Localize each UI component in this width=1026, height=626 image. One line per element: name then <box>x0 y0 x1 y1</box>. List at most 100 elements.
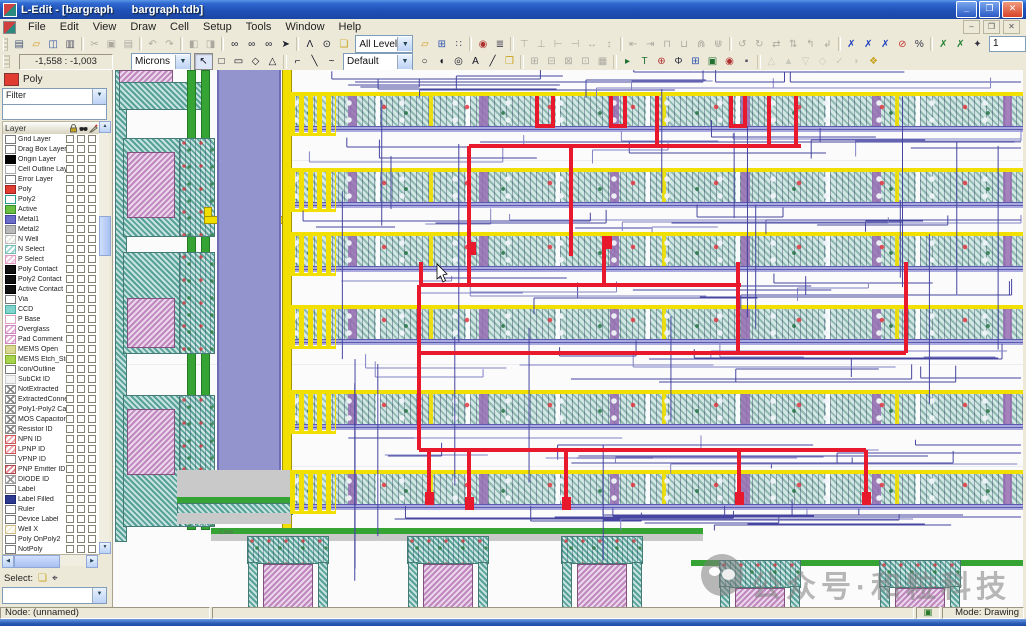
layer-row-mos-capacitor-id[interactable]: MOS Capacitor ID <box>3 414 99 424</box>
lock-checkbox[interactable] <box>66 475 74 483</box>
draw-checkbox[interactable] <box>88 405 96 413</box>
tcell-g-button[interactable]: ❖ <box>865 54 882 69</box>
layer-row-mems-etch-stop[interactable]: MEMS Etch_Stop <box>3 354 99 364</box>
layer-row-extractedconnect[interactable]: ExtractedConnect <box>3 394 99 404</box>
node-probe-button[interactable]: Φ <box>670 54 687 69</box>
lock-checkbox[interactable] <box>66 545 74 553</box>
find-button[interactable]: ∞ <box>226 37 243 52</box>
snap-grid-button[interactable]: % <box>911 37 928 52</box>
lock-checkbox[interactable] <box>66 385 74 393</box>
chevron-down-icon[interactable]: ▼ <box>397 55 412 69</box>
wire-style-dropdown[interactable]: Default▼ <box>343 53 413 71</box>
chevron-down-icon[interactable]: ▼ <box>92 89 106 104</box>
layer-row-poly-contact[interactable]: Poly Contact <box>3 264 99 274</box>
close-button[interactable]: ✕ <box>1002 1 1023 18</box>
hide-checkbox[interactable] <box>77 155 85 163</box>
lock-checkbox[interactable] <box>66 145 74 153</box>
lock-checkbox[interactable] <box>66 525 74 533</box>
draw-checkbox[interactable] <box>88 335 96 343</box>
drc-run-button[interactable]: ◉ <box>721 54 738 69</box>
hide-checkbox[interactable] <box>77 165 85 173</box>
draw-checkbox[interactable] <box>88 205 96 213</box>
select-ortho-button[interactable]: ✗ <box>952 37 969 52</box>
hide-checkbox[interactable] <box>77 485 85 493</box>
scroll-left-icon[interactable]: ◀ <box>2 555 14 568</box>
draw-checkbox[interactable] <box>88 485 96 493</box>
hide-checkbox[interactable] <box>77 245 85 253</box>
units-dropdown[interactable]: Microns▼ <box>131 53 191 71</box>
hide-checkbox[interactable] <box>77 295 85 303</box>
layer-row-via[interactable]: Via <box>3 294 99 304</box>
angle-90-button[interactable]: ✗ <box>877 37 894 52</box>
layer-row-vpnp-id[interactable]: VPNP ID <box>3 454 99 464</box>
layer-row-poly2-contact[interactable]: Poly2 Contact <box>3 274 99 284</box>
draw-checkbox[interactable] <box>88 285 96 293</box>
layout-canvas[interactable]: Core公众号·和粒科技 <box>112 70 1024 607</box>
lock-checkbox[interactable] <box>66 205 74 213</box>
draw-checkbox[interactable] <box>88 235 96 243</box>
trace-button[interactable]: ➤ <box>277 37 294 52</box>
design-navigator-button[interactable]: ∷ <box>450 37 467 52</box>
lock-checkbox[interactable] <box>66 215 74 223</box>
hide-checkbox[interactable] <box>77 285 85 293</box>
lock-checkbox[interactable] <box>66 415 74 423</box>
select-objects-icon[interactable]: ❏ <box>38 573 47 584</box>
open-cell-button[interactable]: ▱ <box>416 37 433 52</box>
layer-row-poly2[interactable]: Poly2 <box>3 194 99 204</box>
lock-checkbox[interactable] <box>66 305 74 313</box>
layer-row-origin-layer[interactable]: Origin Layer <box>3 154 99 164</box>
draw-checkbox[interactable] <box>88 135 96 143</box>
save-file-button[interactable]: ◫ <box>45 37 62 52</box>
lock-checkbox[interactable] <box>66 315 74 323</box>
layer-row-p-select[interactable]: P Select <box>3 254 99 264</box>
lock-checkbox[interactable] <box>66 535 74 543</box>
vscroll-thumb[interactable] <box>99 216 111 256</box>
draw-icon[interactable] <box>89 124 98 133</box>
drc-box-button[interactable]: ▣ <box>704 54 721 69</box>
hide-checkbox[interactable] <box>77 175 85 183</box>
levels-dropdown[interactable]: All Levels▼ <box>355 35 413 53</box>
lock-checkbox[interactable] <box>66 275 74 283</box>
draw-checkbox[interactable] <box>88 495 96 503</box>
layer-row-resistor-id[interactable]: Resistor ID <box>3 424 99 434</box>
layer-row-notextracted[interactable]: NotExtracted <box>3 384 99 394</box>
find-cell-button[interactable]: ∞ <box>260 37 277 52</box>
hide-checkbox[interactable] <box>77 385 85 393</box>
layer-row-mems-open[interactable]: MEMS Open <box>3 344 99 354</box>
polygon-all-tool-button[interactable]: △ <box>264 54 281 69</box>
mdi-restore-button[interactable]: ❐ <box>983 20 1000 34</box>
draw-checkbox[interactable] <box>88 325 96 333</box>
lock-checkbox[interactable] <box>66 295 74 303</box>
wire-45-tool-button[interactable]: ╲ <box>306 54 323 69</box>
draw-checkbox[interactable] <box>88 215 96 223</box>
layer-row-icon-outline[interactable]: Icon/Outline <box>3 364 99 374</box>
hide-checkbox[interactable] <box>77 375 85 383</box>
lock-checkbox[interactable] <box>66 455 74 463</box>
hide-checkbox[interactable] <box>77 225 85 233</box>
torus-tool-button[interactable]: ◎ <box>450 54 467 69</box>
lambda-button[interactable]: Λ <box>301 37 318 52</box>
highlighted-net[interactable] <box>419 96 906 502</box>
chevron-down-icon[interactable]: ▼ <box>397 37 412 51</box>
layer-row-subckt-id[interactable]: SubCkt ID <box>3 374 99 384</box>
draw-checkbox[interactable] <box>88 395 96 403</box>
hide-checkbox[interactable] <box>77 395 85 403</box>
layer-row-diode-id[interactable]: DIODE ID <box>3 474 99 484</box>
angle-all-button[interactable]: ✗ <box>843 37 860 52</box>
menu-window[interactable]: Window <box>278 20 331 34</box>
menu-help[interactable]: Help <box>332 20 369 34</box>
layer-row-pad-comment[interactable]: Pad Comment <box>3 334 99 344</box>
draw-checkbox[interactable] <box>88 265 96 273</box>
hide-checkbox[interactable] <box>77 215 85 223</box>
hide-checkbox[interactable] <box>77 525 85 533</box>
minimize-button[interactable]: _ <box>956 1 977 18</box>
lock-icon[interactable] <box>69 124 78 133</box>
lock-checkbox[interactable] <box>66 185 74 193</box>
draw-checkbox[interactable] <box>88 465 96 473</box>
layer-row-active-contact[interactable]: Active Contact <box>3 284 99 294</box>
draw-checkbox[interactable] <box>88 415 96 423</box>
mdi-minimize-button[interactable]: – <box>963 20 980 34</box>
hide-checkbox[interactable] <box>77 425 85 433</box>
print-button[interactable]: ▥ <box>62 37 79 52</box>
draw-checkbox[interactable] <box>88 175 96 183</box>
